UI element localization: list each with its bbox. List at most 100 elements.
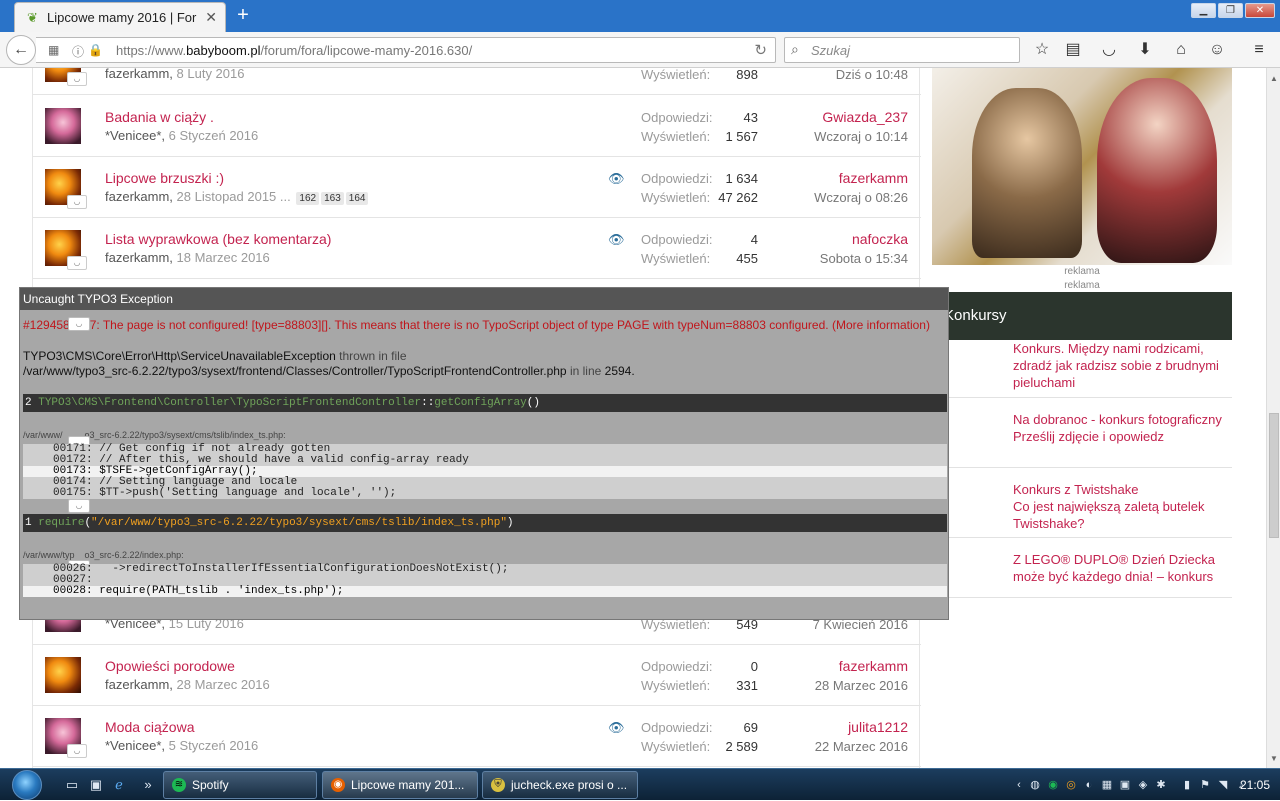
search-bar[interactable]: ⌕ Szukaj [784, 37, 1020, 63]
konkurs-link[interactable]: Z LEGO® DUPLO® Dzień Dziecka może być ka… [1013, 551, 1228, 585]
topic-author[interactable]: fazerkamm, 18 Marzec 2016 [105, 250, 270, 265]
konkurs-item[interactable]: Z LEGO® DUPLO® Dzień Dziecka może być ka… [932, 538, 1232, 598]
minimize-button[interactable]: ▁ [1191, 3, 1216, 18]
avatar[interactable]: ◡ [45, 718, 87, 758]
avatar[interactable]: ◡ [45, 169, 87, 209]
tray-bluetooth-icon[interactable]: ✱ [1154, 778, 1168, 792]
smiley-icon[interactable]: ☺ [1206, 39, 1228, 61]
topic-row[interactable]: ◡ Moda ciążowa *Venicee*, 5 Styczeń 2016… [33, 706, 921, 767]
topic-title[interactable]: Moda ciążowa [105, 719, 195, 735]
last-post-date[interactable]: 22 Marzec 2016 [815, 739, 908, 754]
tray-expand-icon[interactable]: ‹ [1012, 778, 1026, 792]
last-post-date[interactable]: Wczoraj o 10:14 [814, 129, 908, 144]
avatar[interactable]: ◡ [45, 230, 87, 270]
back-button[interactable]: ← [6, 35, 36, 65]
tray-device-icon[interactable]: ▣ [1118, 778, 1132, 792]
tray-app-icon[interactable]: ◍ [1028, 778, 1042, 792]
konkurs-link[interactable]: Konkurs. Między nami rodzicami, zdradź j… [1013, 340, 1228, 391]
info-icon[interactable]: ⓘ [72, 43, 84, 60]
start-button[interactable] [6, 769, 50, 801]
konkurs-item[interactable]: Konkurs z Twistshake Co jest największą … [932, 468, 1232, 538]
konkurs-item[interactable]: Konkurs. Między nami rodzicami, zdradź j… [932, 340, 1232, 398]
topic-title[interactable]: Badania w ciąży . [105, 109, 214, 125]
close-window-button[interactable]: ✕ [1245, 3, 1275, 18]
page-scrollbar[interactable]: ▲ ▼ [1266, 68, 1280, 768]
topic-row[interactable]: ◡ Lipcowe brzuszki :) fazerkamm, 28 List… [33, 157, 921, 218]
taskbar-clock[interactable]: 21:05 [1240, 778, 1270, 792]
more-information-link[interactable]: (More information) [832, 318, 930, 332]
url-text[interactable]: https://www.babyboom.pl/forum/fora/lipco… [116, 43, 472, 58]
home-icon[interactable]: ⌂ [1170, 39, 1192, 61]
topic-title[interactable]: Lipcowe brzuszki :) [105, 170, 224, 186]
avatar[interactable] [45, 108, 81, 144]
last-post-user[interactable]: fazerkamm [839, 658, 908, 674]
explorer-icon[interactable]: ▣ [88, 777, 104, 793]
replies-count: 43 [743, 110, 758, 125]
reload-icon[interactable]: ↻ [754, 41, 767, 59]
page-link[interactable]: 162 [296, 192, 320, 205]
last-post-date[interactable]: 28 Marzec 2016 [815, 678, 908, 693]
stack-frame-2: 2 TYPO3\CMS\Frontend\Controller\TypoScri… [23, 394, 947, 412]
search-icon: ⌕ [791, 41, 799, 57]
last-post-date[interactable]: Dziś o 10:48 [836, 68, 908, 82]
ad-label: reklama [1064, 280, 1100, 291]
taskbar-item-firefox[interactable]: ◉ Lipcowe mamy 201... [322, 771, 478, 799]
menu-icon[interactable]: ≡ [1248, 39, 1270, 61]
topic-row[interactable]: Opowieści porodowe fazerkamm, 28 Marzec … [33, 645, 921, 706]
tab-close-icon[interactable]: ✕ [205, 9, 217, 26]
advert-image[interactable] [932, 68, 1232, 265]
scrollbar-thumb[interactable] [1269, 413, 1279, 538]
bookmark-star-icon[interactable]: ☆ [1031, 39, 1053, 61]
page-link[interactable]: 163 [321, 192, 344, 205]
konkurs-link[interactable]: Na dobranoc - konkurs fotograficzny Prze… [1013, 411, 1228, 445]
views-label: Wyświetleń: [641, 190, 711, 205]
url-bar[interactable]: ▦ ⓘ 🔒 https://www.babyboom.pl/forum/fora… [36, 37, 776, 63]
new-tab-icon[interactable]: + [234, 5, 252, 25]
tray-app-icon[interactable]: ◈ [1136, 778, 1150, 792]
tray-wifi-icon[interactable]: ◥ [1216, 778, 1230, 792]
avatar[interactable]: ◡ [45, 68, 87, 86]
last-post-user[interactable]: nafoczka [852, 231, 908, 247]
last-post-date[interactable]: Sobota o 15:34 [820, 251, 908, 266]
last-post-user[interactable]: julita1212 [848, 719, 908, 735]
topic-author[interactable]: fazerkamm, 28 Listopad 2015 ... 162 163 16… [105, 189, 369, 205]
tray-spotify-icon[interactable]: ◉ [1046, 778, 1060, 792]
konkurs-link[interactable]: Konkurs z Twistshake Co jest największą … [1013, 481, 1228, 532]
internet-explorer-icon[interactable]: ℯ [111, 777, 127, 793]
last-post-user[interactable]: Gwiazda_237 [822, 109, 908, 125]
show-desktop-icon[interactable]: ▭ [64, 777, 80, 793]
topic-author[interactable]: fazerkamm, 8 Luty 2016 [105, 68, 244, 81]
topic-row[interactable]: ◡ Lista wyprawkowa (bez komentarza) faze… [33, 218, 921, 279]
download-icon[interactable]: ⬇ [1134, 39, 1156, 61]
taskbar-item-spotify[interactable]: ≋ Spotify [163, 771, 317, 799]
avatar-badge-icon: ◡ [67, 72, 87, 86]
avatar[interactable] [45, 657, 81, 693]
quick-launch-more-icon[interactable]: » [140, 777, 156, 793]
topic-row[interactable]: ◡ fazerkamm, 8 Luty 2016 Wyświetleń: 898… [33, 68, 921, 95]
tray-network-icon[interactable]: ▦ [1100, 778, 1114, 792]
tray-app-icon[interactable]: ◐ [1082, 778, 1096, 792]
topic-author[interactable]: *Venicee*, 6 Styczeń 2016 [105, 128, 258, 143]
tray-flag-icon[interactable]: ⚑ [1198, 778, 1212, 792]
topic-title[interactable]: Lista wyprawkowa (bez komentarza) [105, 231, 331, 247]
topic-author[interactable]: fazerkamm, 28 Marzec 2016 [105, 677, 270, 692]
topic-author[interactable]: *Venicee*, 5 Styczeń 2016 [105, 738, 258, 753]
topic-row[interactable]: Badania w ciąży . *Venicee*, 6 Styczeń 2… [33, 96, 921, 157]
taskbar-item-uac[interactable]: ⛨ jucheck.exe prosi o ... [482, 771, 638, 799]
reading-list-icon[interactable]: ▤ [1062, 39, 1084, 61]
tray-battery-icon[interactable]: ▮ [1180, 778, 1194, 792]
browser-tab[interactable]: ❦ Lipcowe mamy 2016 | Foru... ✕ [14, 2, 226, 32]
tray-java-icon[interactable]: ◎ [1064, 778, 1078, 792]
history-icon[interactable]: ▦ [48, 43, 59, 57]
konkurs-item[interactable]: Na dobranoc - konkurs fotograficzny Prze… [932, 398, 1232, 468]
last-post-date[interactable]: Wczoraj o 08:26 [814, 190, 908, 205]
page-link[interactable]: 164 [345, 192, 369, 205]
scroll-down-icon[interactable]: ▼ [1270, 754, 1278, 763]
pocket-icon[interactable]: ◡ [1098, 39, 1120, 61]
ad-label: reklama [1064, 266, 1100, 277]
maximize-button[interactable]: ❐ [1218, 3, 1243, 18]
scroll-up-icon[interactable]: ▲ [1270, 74, 1278, 83]
topic-title[interactable]: Opowieści porodowe [105, 658, 235, 674]
lock-icon[interactable]: 🔒 [88, 43, 103, 57]
last-post-user[interactable]: fazerkamm [839, 170, 908, 186]
